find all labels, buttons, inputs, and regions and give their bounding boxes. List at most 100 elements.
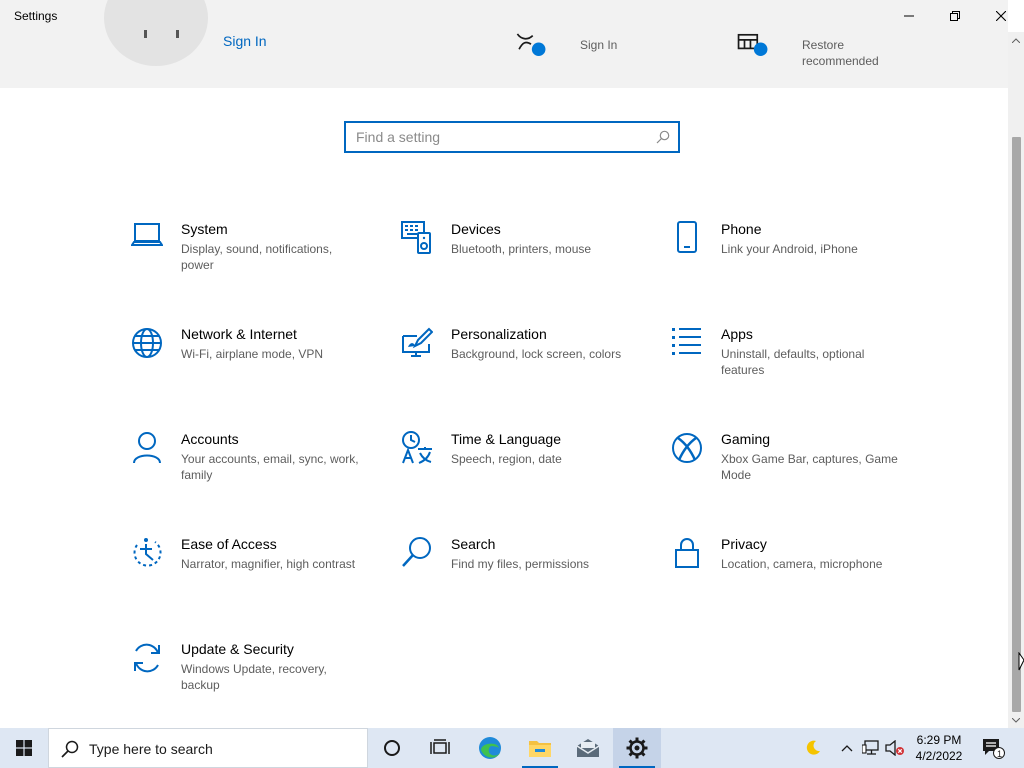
taskbar-search-box[interactable]: Type here to search [48, 728, 368, 768]
mouse-cursor-icon [1018, 652, 1024, 671]
restore-window-icon [950, 11, 960, 21]
apps-list-icon [672, 328, 701, 355]
category-network-internet[interactable]: Network & Internet Wi-Fi, airplane mode,… [131, 326, 371, 396]
network-tray-button[interactable] [860, 728, 882, 768]
globe-icon [132, 328, 162, 358]
category-accounts[interactable]: Accounts Your accounts, email, sync, wor… [131, 431, 371, 501]
taskbar: Type here to search 6:29 PM 4/2/2022 1 [0, 728, 1024, 768]
category-name: Gaming [721, 431, 771, 447]
category-devices[interactable]: Devices Bluetooth, printers, mouse [401, 221, 641, 291]
category-name: Phone [721, 221, 762, 237]
scroll-down-button[interactable] [1008, 712, 1024, 728]
category-search[interactable]: Search Find my files, permissions [401, 536, 641, 606]
show-hidden-icons-button[interactable] [838, 728, 856, 768]
clock-time: 6:29 PM [916, 733, 962, 747]
night-light-tray-button[interactable] [800, 728, 826, 768]
restore-recommended-line2[interactable]: recommended [802, 53, 879, 69]
minimize-button[interactable] [886, 0, 932, 32]
category-name: Search [451, 536, 496, 552]
category-description: Windows Update, recovery, backup [181, 662, 327, 692]
category-description: Uninstall, defaults, optional features [721, 347, 865, 377]
sign-in-link[interactable]: Sign In [223, 33, 267, 49]
task-view-button[interactable] [416, 728, 464, 768]
category-description: Xbox Game Bar, captures, Game Mode [721, 452, 898, 482]
close-button[interactable] [978, 0, 1024, 32]
mail-envelope-icon [576, 739, 600, 757]
category-name: Ease of Access [181, 536, 277, 552]
moon-icon [806, 740, 820, 755]
volume-tray-button[interactable] [884, 728, 906, 768]
category-update-security[interactable]: Update & Security Windows Update, recove… [131, 641, 371, 711]
speaker-muted-icon [885, 740, 904, 756]
notification-count-badge: 1 [997, 749, 1003, 759]
chevron-up-icon [1012, 37, 1020, 43]
scroll-up-button[interactable] [1008, 32, 1024, 48]
chevron-up-icon [841, 745, 853, 752]
category-description: Display, sound, notifications, power [181, 242, 333, 272]
category-ease-of-access[interactable]: Ease of Access Narrator, magnifier, high… [131, 536, 371, 606]
category-name: Privacy [721, 536, 767, 552]
category-name: Devices [451, 221, 501, 237]
category-name: System [181, 221, 228, 237]
ease-of-access-icon [133, 538, 162, 567]
category-description: Link your Android, iPhone [721, 242, 858, 256]
minimize-icon [904, 15, 914, 17]
category-system[interactable]: System Display, sound, notifications, po… [131, 221, 371, 291]
category-description: Narrator, magnifier, high contrast [181, 557, 356, 571]
phone-icon [677, 221, 697, 253]
cloud-sign-in-text[interactable]: Sign In [580, 37, 617, 53]
category-name: Update & Security [181, 641, 294, 657]
vertical-scrollbar[interactable] [1008, 32, 1024, 728]
category-name: Apps [721, 326, 753, 342]
category-name: Time & Language [451, 431, 561, 447]
category-phone[interactable]: Phone Link your Android, iPhone [671, 221, 911, 291]
cortana-button[interactable] [368, 728, 416, 768]
category-description: Background, lock screen, colors [451, 347, 622, 361]
taskbar-clock[interactable]: 6:29 PM 4/2/2022 [906, 732, 972, 764]
category-gaming[interactable]: Gaming Xbox Game Bar, captures, Game Mod… [671, 431, 911, 501]
category-description: Bluetooth, printers, mouse [451, 242, 592, 256]
edge-taskbar-button[interactable] [466, 728, 514, 768]
xbox-icon [672, 433, 702, 463]
settings-taskbar-button[interactable] [613, 728, 661, 768]
find-setting-search-box[interactable] [344, 121, 680, 153]
task-view-icon [430, 739, 450, 754]
category-description: Your accounts, email, sync, work, family [181, 452, 359, 482]
category-apps[interactable]: Apps Uninstall, defaults, optional featu… [671, 326, 911, 396]
search-icon[interactable] [656, 130, 670, 144]
category-description: Wi-Fi, airplane mode, VPN [181, 347, 324, 361]
category-time-language[interactable]: Time & Language Speech, region, date [401, 431, 641, 501]
network-icon [862, 740, 879, 755]
windows-logo-icon [16, 740, 32, 756]
scroll-thumb[interactable] [1012, 137, 1021, 712]
windows-update-restore-icon[interactable] [736, 28, 770, 62]
folder-icon [529, 741, 551, 757]
category-description: Find my files, permissions [451, 557, 590, 571]
category-privacy[interactable]: Privacy Location, camera, microphone [671, 536, 911, 606]
person-icon [133, 432, 161, 464]
lock-icon [675, 538, 699, 568]
gear-icon [626, 737, 648, 759]
restore-button[interactable] [932, 0, 978, 32]
search-icon [402, 537, 431, 567]
cortana-circle-icon [384, 740, 400, 756]
category-name: Personalization [451, 326, 547, 342]
close-icon [996, 11, 1006, 21]
category-personalization[interactable]: Personalization Background, lock screen,… [401, 326, 641, 396]
mail-taskbar-button[interactable] [564, 728, 612, 768]
title-bar: Settings [0, 0, 1024, 32]
time-language-icon [402, 431, 432, 464]
category-name: Accounts [181, 431, 239, 447]
start-button[interactable] [0, 728, 48, 768]
category-description: Location, camera, microphone [721, 557, 883, 571]
category-name: Network & Internet [181, 326, 297, 342]
clock-date: 4/2/2022 [915, 749, 963, 763]
category-description: Speech, region, date [451, 452, 562, 466]
window-title: Settings [14, 9, 58, 23]
action-center-button[interactable]: 1 [978, 728, 1008, 768]
find-setting-input[interactable] [356, 127, 646, 147]
onedrive-sign-in-icon[interactable] [514, 28, 548, 62]
file-explorer-taskbar-button[interactable] [516, 728, 564, 768]
chevron-down-icon [1012, 717, 1020, 723]
restore-recommended-line1[interactable]: Restore [802, 37, 844, 53]
